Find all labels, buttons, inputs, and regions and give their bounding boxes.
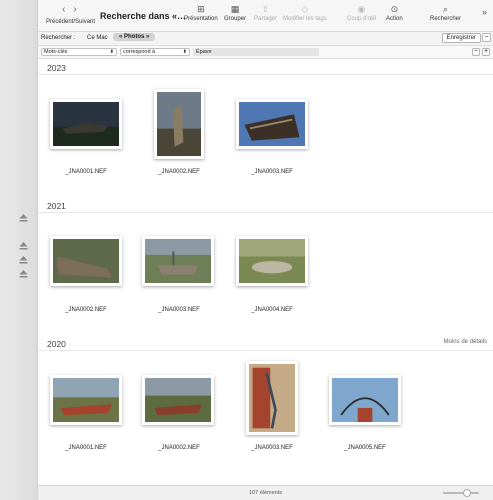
action-icon: ⊙ xyxy=(390,4,399,14)
photo-thumbnail[interactable] xyxy=(246,361,298,435)
edit-tags-label: Modifier les tags xyxy=(283,16,327,22)
item-count: 107 éléments xyxy=(248,490,283,496)
operator-value: correspond à xyxy=(123,49,156,55)
quick-look-label: Coup d'œil xyxy=(347,16,376,22)
file-name[interactable]: _JNA0002.NEF xyxy=(46,307,126,313)
group-header-2023: 2023 xyxy=(38,59,493,75)
less-details-link[interactable]: Moins de détails xyxy=(444,339,487,345)
photo-thumbnail[interactable] xyxy=(236,99,308,149)
group-button[interactable]: ▦ Grouper xyxy=(224,4,246,22)
search-criteria-row: Mots-clés ⬍ correspond à ⬍ Épave − + xyxy=(38,46,493,59)
photo-thumbnail[interactable] xyxy=(154,89,204,159)
search-scope-label: Rechercher : xyxy=(41,35,76,41)
photo-thumbnail[interactable] xyxy=(236,236,308,286)
criteria-value-field[interactable]: Épave xyxy=(193,48,319,56)
group-year: 2023 xyxy=(47,63,66,73)
eject-icon[interactable] xyxy=(19,214,28,222)
photo-thumbnail[interactable] xyxy=(50,99,122,149)
toolbar: ‹› Précédent/Suivant Recherche dans «… ⊞… xyxy=(38,0,493,32)
eject-icon[interactable] xyxy=(19,242,28,250)
attribute-select[interactable]: Mots-clés ⬍ xyxy=(41,48,117,56)
attribute-value: Mots-clés xyxy=(44,49,68,55)
eye-icon: ◉ xyxy=(357,4,366,14)
photo-thumbnail[interactable] xyxy=(329,375,401,425)
group-icon: ▦ xyxy=(230,4,240,14)
select-arrow-icon: ⬍ xyxy=(182,49,187,55)
action-label: Action xyxy=(386,16,403,22)
select-arrow-icon: ⬍ xyxy=(109,49,114,55)
photo-thumbnail[interactable] xyxy=(142,236,214,286)
slider-knob[interactable] xyxy=(463,489,471,497)
photo-thumbnail[interactable] xyxy=(50,236,122,286)
file-name[interactable]: _JNA0001.NEF xyxy=(46,169,126,175)
eject-icon[interactable] xyxy=(19,256,28,264)
add-criteria-button[interactable]: + xyxy=(482,48,490,56)
photo-thumbnail[interactable] xyxy=(50,375,122,425)
share-label: Partager xyxy=(254,16,278,22)
photo-thumbnail[interactable] xyxy=(142,375,214,425)
remove-criteria-button[interactable]: − xyxy=(472,48,480,56)
action-button[interactable]: ⊙ Action xyxy=(386,4,403,22)
save-button[interactable]: Enregistrer xyxy=(441,33,481,43)
chevron-left-icon[interactable]: ‹ xyxy=(62,4,73,15)
view-label: Présentation xyxy=(184,16,218,22)
back-forward-buttons[interactable]: ‹› xyxy=(62,4,85,15)
file-name[interactable]: _JNA0003.NEF xyxy=(232,445,312,451)
file-name[interactable]: _JNA0005.NEF xyxy=(325,445,405,451)
overflow-chevrons-icon[interactable]: » xyxy=(482,7,487,17)
group-header-2020: 2020 Moins de détails xyxy=(38,335,493,351)
group-header-2021: 2021 xyxy=(38,197,493,213)
tag-icon: ◇ xyxy=(301,4,309,14)
file-name[interactable]: _JNA0004.NEF xyxy=(232,307,312,313)
window-title: Recherche dans «… xyxy=(100,11,187,21)
share-icon: ⇧ xyxy=(261,4,270,14)
edit-tags-button[interactable]: ◇ Modifier les tags xyxy=(283,4,327,22)
icon-size-slider[interactable] xyxy=(443,492,479,494)
grid-icon: ⊞ xyxy=(197,4,205,14)
search-icon: ⌕ xyxy=(442,4,449,14)
scope-photos[interactable]: « Photos » xyxy=(113,33,156,41)
sidebar xyxy=(0,0,38,500)
search-label: Rechercher xyxy=(430,16,462,22)
file-name[interactable]: _JNA0002.NEF xyxy=(139,169,219,175)
group-year: 2021 xyxy=(47,201,66,211)
view-button[interactable]: ⊞ Présentation xyxy=(184,4,218,22)
scope-this-mac[interactable]: Ce Mac xyxy=(87,35,108,41)
search-scope-bar: Rechercher : Ce Mac « Photos » Enregistr… xyxy=(38,32,493,46)
file-name[interactable]: _JNA0001.NEF xyxy=(46,445,126,451)
chevron-right-icon[interactable]: › xyxy=(73,4,84,15)
group-label: Grouper xyxy=(224,16,247,22)
results-view: 2023 _JNA0001.NEF _JNA0002.NEF _JNA0003.… xyxy=(38,59,493,485)
operator-select[interactable]: correspond à ⬍ xyxy=(120,48,190,56)
file-name[interactable]: _JNA0002.NEF xyxy=(139,445,219,451)
finder-window: ‹› Précédent/Suivant Recherche dans «… ⊞… xyxy=(0,0,493,500)
file-name[interactable]: _JNA0003.NEF xyxy=(232,169,312,175)
quick-look-button[interactable]: ◉ Coup d'œil xyxy=(347,4,376,22)
file-name[interactable]: _JNA0003.NEF xyxy=(139,307,219,313)
status-bar: 107 éléments xyxy=(38,485,493,500)
nav-label: Précédent/Suivant xyxy=(46,19,96,25)
group-year: 2020 xyxy=(47,339,66,349)
search-button[interactable]: ⌕ Rechercher xyxy=(430,4,461,22)
remove-search-button[interactable]: − xyxy=(482,33,491,42)
eject-icon[interactable] xyxy=(19,270,28,278)
share-button[interactable]: ⇧ Partager xyxy=(254,4,277,22)
